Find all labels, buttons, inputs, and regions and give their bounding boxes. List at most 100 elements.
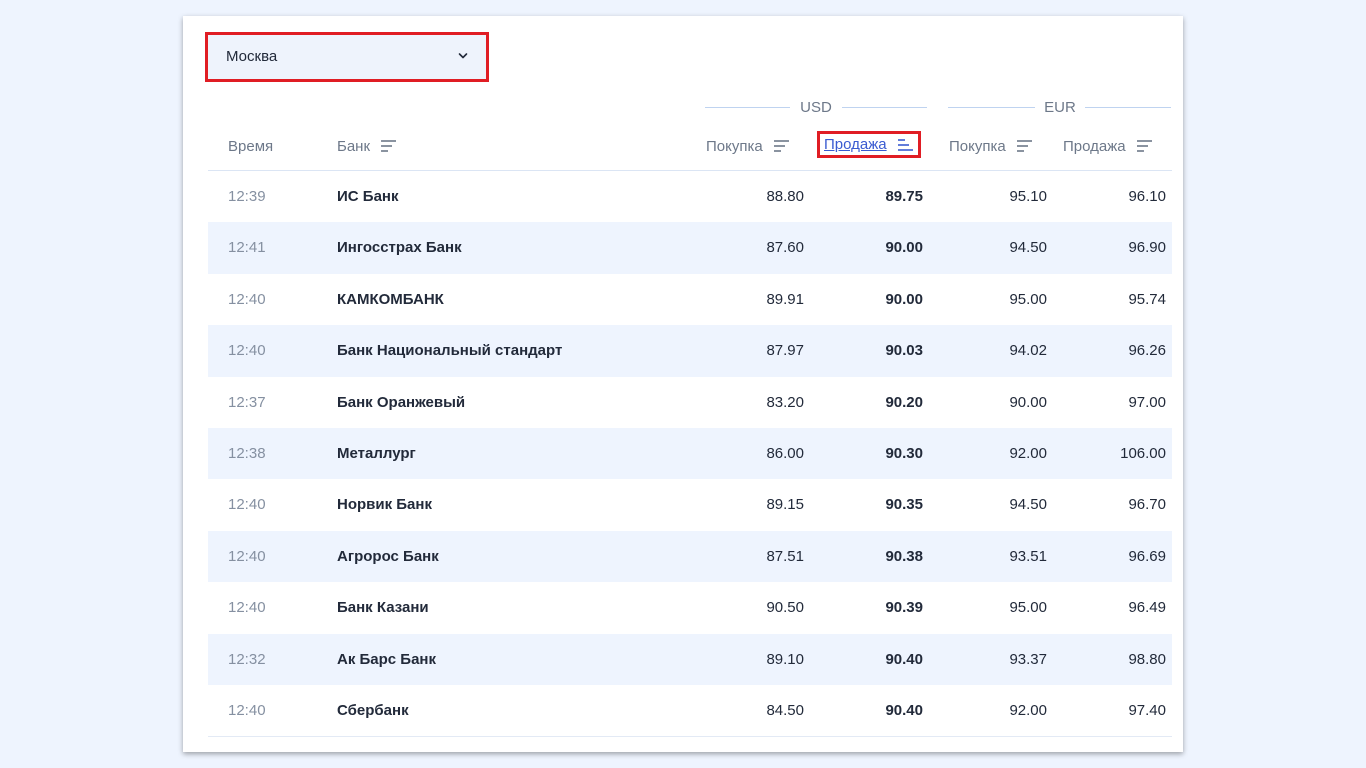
exchange-rates-card: Москва USD EUR Время Банк Покупка Продаж… [183, 16, 1183, 752]
cell-bank[interactable]: Агророс Банк [337, 531, 439, 582]
cell-usd-buy: 87.51 [766, 547, 804, 565]
column-header-usd-sell-label: Продажа [824, 136, 887, 153]
table-row: 12:40 Банк Казани 90.50 90.39 95.00 96.49 [208, 582, 1172, 633]
sort-icon[interactable] [1136, 139, 1153, 153]
cell-time: 12:32 [228, 650, 266, 668]
sort-active-icon[interactable] [897, 138, 914, 152]
cell-usd-sell: 90.35 [885, 496, 923, 514]
cell-usd-buy: 86.00 [766, 444, 804, 462]
cell-eur-buy: 92.00 [1009, 701, 1047, 719]
cell-eur-sell: 98.80 [1128, 650, 1166, 668]
cell-usd-sell: 90.40 [885, 701, 923, 719]
cell-eur-buy: 94.02 [1009, 342, 1047, 360]
cell-bank[interactable]: КАМКОМБАНК [337, 274, 444, 325]
cell-usd-sell: 90.39 [885, 599, 923, 617]
cell-usd-buy: 89.15 [766, 496, 804, 514]
cell-usd-sell: 90.30 [885, 444, 923, 462]
table-bottom-divider [208, 736, 1172, 737]
table-row: 12:41 Ингосстрах Банк 87.60 90.00 94.50 96.90 [208, 222, 1172, 274]
cell-usd-sell: 89.75 [885, 188, 923, 205]
cell-eur-buy: 92.00 [1009, 444, 1047, 462]
sort-icon[interactable] [773, 139, 790, 153]
cell-usd-buy: 90.50 [766, 599, 804, 617]
cell-usd-buy: 83.20 [766, 393, 804, 411]
cell-eur-sell: 96.90 [1128, 239, 1166, 257]
column-header-eur-sell-label: Продажа [1063, 137, 1126, 155]
column-header-time: Время [228, 136, 273, 156]
divider [948, 107, 1035, 108]
cell-eur-buy: 94.50 [1009, 496, 1047, 514]
cell-usd-sell: 90.03 [885, 342, 923, 360]
column-header-eur-sell[interactable]: Продажа [1063, 136, 1153, 156]
cell-usd-sell: 90.38 [885, 547, 923, 565]
column-header-bank-label: Банк [337, 137, 371, 155]
cell-time: 12:40 [228, 599, 266, 617]
cell-eur-sell: 96.70 [1128, 496, 1166, 514]
cell-usd-buy: 87.97 [766, 342, 804, 360]
cell-bank[interactable]: Ак Барс Банк [337, 634, 436, 685]
cell-eur-buy: 95.10 [1009, 188, 1047, 205]
column-header-time-label: Время [228, 137, 274, 155]
cell-time: 12:41 [228, 239, 266, 257]
cell-usd-buy: 87.60 [766, 239, 804, 257]
table-row: 12:37 Банк Оранжевый 83.20 90.20 90.00 97.00 [208, 377, 1172, 428]
rates-table: 12:39 ИС Банк 88.80 89.75 95.10 96.10 12:41 Инг… [208, 171, 1172, 736]
cell-usd-sell: 90.00 [885, 239, 923, 257]
cell-usd-sell: 90.40 [885, 650, 923, 668]
divider [1085, 107, 1171, 108]
cell-usd-sell: 90.00 [885, 290, 923, 308]
cell-eur-sell: 96.49 [1128, 599, 1166, 617]
column-header-bank[interactable]: Банк [337, 136, 397, 156]
cell-eur-sell: 96.69 [1128, 547, 1166, 565]
cell-eur-sell: 95.74 [1128, 290, 1166, 308]
table-row: 12:40 Норвик Банк 89.15 90.35 94.50 96.70 [208, 479, 1172, 530]
cell-bank[interactable]: Металлург [337, 428, 416, 479]
table-row: 12:40 КАМКОМБАНК 89.91 90.00 95.00 95.74 [208, 274, 1172, 325]
cell-time: 12:40 [228, 496, 266, 514]
table-row: 12:32 Ак Барс Банк 89.10 90.40 93.37 98.80 [208, 633, 1172, 685]
column-header-eur-buy-label: Покупка [949, 137, 1006, 155]
column-header-usd-buy-label: Покупка [706, 137, 763, 155]
cell-usd-sell: 90.20 [885, 393, 923, 411]
usd-group-header: USD [705, 99, 927, 117]
cell-time: 12:40 [228, 342, 266, 360]
city-select-value: Москва [226, 48, 278, 65]
sort-icon[interactable] [1016, 139, 1033, 153]
cell-bank[interactable]: Ингосстрах Банк [337, 222, 462, 273]
cell-eur-buy: 94.50 [1009, 239, 1047, 257]
cell-bank[interactable]: Норвик Банк [337, 479, 432, 530]
city-select[interactable]: Москва [205, 32, 489, 82]
usd-group-label: USD [800, 99, 832, 116]
column-header-usd-buy[interactable]: Покупка [706, 136, 790, 156]
cell-eur-buy: 90.00 [1009, 393, 1047, 411]
eur-group-header: EUR [948, 99, 1171, 117]
cell-time: 12:40 [228, 701, 266, 719]
cell-time: 12:38 [228, 444, 266, 462]
table-row: 12:40 Агророс Банк 87.51 90.38 93.51 96.69 [208, 530, 1172, 583]
column-header-eur-buy[interactable]: Покупка [949, 136, 1033, 156]
cell-time: 12:37 [228, 393, 266, 411]
cell-bank[interactable]: Банк Казани [337, 582, 429, 633]
cell-usd-buy: 84.50 [766, 701, 804, 719]
cell-bank[interactable]: Банк Национальный стандарт [337, 325, 562, 376]
table-row: 12:40 Сбербанк 84.50 90.40 92.00 97.40 [208, 685, 1172, 736]
cell-time: 12:39 [228, 188, 266, 205]
cell-eur-sell: 106.00 [1120, 444, 1166, 462]
column-header-usd-sell[interactable]: Продажа [817, 131, 921, 158]
cell-usd-buy: 88.80 [766, 188, 804, 205]
table-row: 12:38 Металлург 86.00 90.30 92.00 106.00 [208, 427, 1172, 480]
eur-group-label: EUR [1044, 99, 1076, 116]
cell-usd-buy: 89.10 [766, 650, 804, 668]
cell-bank[interactable]: ИС Банк [337, 171, 398, 222]
cell-bank[interactable]: Сбербанк [337, 685, 409, 736]
divider [842, 107, 927, 108]
sort-icon[interactable] [380, 139, 397, 153]
cell-eur-sell: 97.00 [1128, 393, 1166, 411]
cell-usd-buy: 89.91 [766, 290, 804, 308]
chevron-down-icon [458, 53, 468, 59]
cell-eur-buy: 93.37 [1009, 650, 1047, 668]
cell-bank[interactable]: Банк Оранжевый [337, 377, 465, 428]
divider [705, 107, 790, 108]
table-row: 12:39 ИС Банк 88.80 89.75 95.10 96.10 [208, 171, 1172, 222]
cell-time: 12:40 [228, 290, 266, 308]
